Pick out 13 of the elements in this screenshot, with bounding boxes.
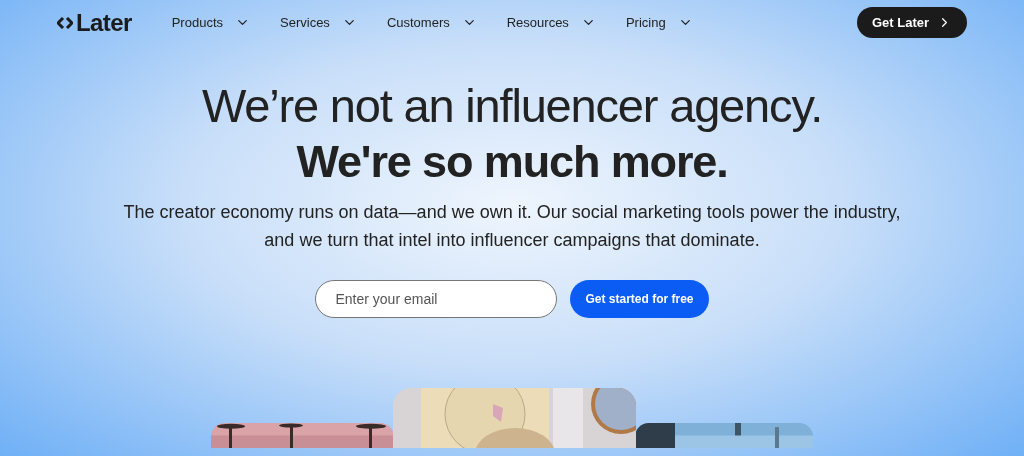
hero-description: The creator economy runs on data—and we own it. Our social marketing tools power the industry, and we turn that intel into influencer campaigns that dominate. — [122, 201, 902, 252]
logo[interactable]: Later — [76, 10, 132, 35]
headline: We’re not an influencer agency. — [201, 78, 823, 134]
get-started-button[interactable]: Get started for free — [570, 280, 709, 318]
nav-item[interactable]: Products — [171, 12, 250, 33]
nav-item[interactable]: Pricing — [625, 12, 693, 33]
get-later-button[interactable]: Get Later — [856, 7, 967, 38]
logo-icon — [57, 16, 73, 29]
subheadline: We're so much more. — [296, 135, 728, 189]
email-field[interactable]: Enter your email — [315, 280, 558, 318]
nav-item[interactable]: Services — [280, 12, 357, 33]
nav-item[interactable]: Customers — [386, 12, 477, 33]
nav-item[interactable]: Resources — [506, 12, 596, 33]
